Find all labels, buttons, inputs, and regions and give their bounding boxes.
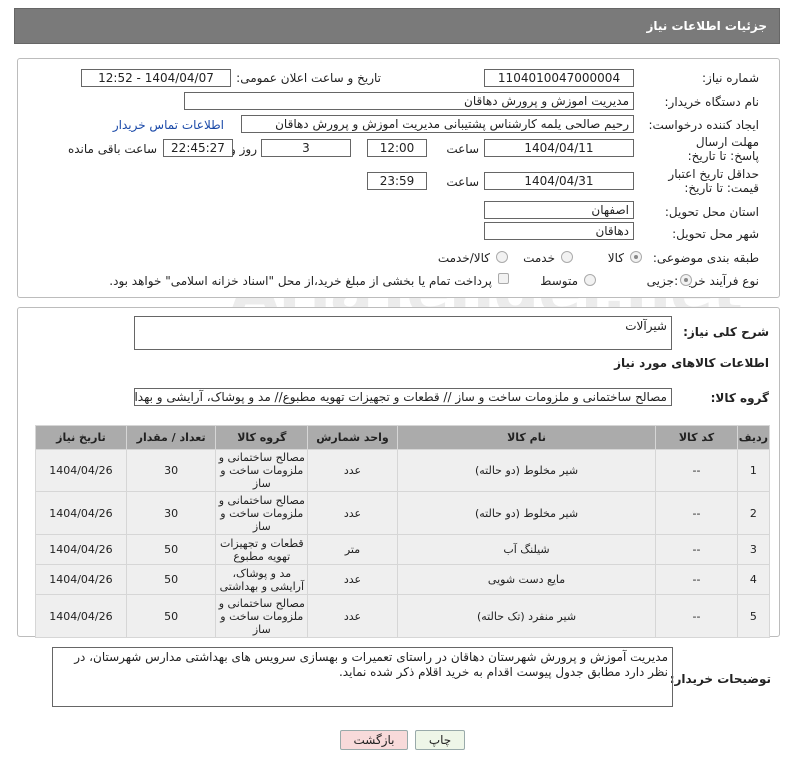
announce-label: تاریخ و ساعت اعلان عمومی:: [236, 71, 381, 85]
buyer-label: نام دستگاه خریدار:: [664, 95, 760, 109]
radio-goods[interactable]: [630, 251, 642, 263]
contact-link[interactable]: اطلاعات تماس خریدار: [113, 118, 224, 132]
row-unit: عدد: [307, 564, 398, 595]
row-number: 1: [736, 449, 771, 492]
radio-partial-label: جزیی: [646, 274, 674, 288]
row-number: 3: [736, 534, 771, 565]
goods-group-field: مصالح ساختمانی و ملزومات ساخت و ساز // ق…: [134, 388, 672, 406]
deadline-time-field: 12:00: [367, 139, 427, 157]
row-number: 5: [736, 594, 771, 638]
min-price-date-field: 1404/04/31: [484, 172, 634, 190]
col-qty: تعداد / مقدار: [125, 425, 217, 450]
treasury-checkbox[interactable]: [498, 273, 509, 284]
radio-goods-service-label: کالا/خدمت: [437, 251, 490, 265]
radio-medium-label: متوسط: [540, 274, 578, 288]
row-code: --: [655, 564, 738, 595]
row-name: شیر مخلوط (دو حالته): [396, 449, 657, 492]
deadline-time-label: ساعت: [446, 142, 479, 156]
col-row: ردیف: [736, 425, 771, 450]
table-row: 1 -- شیر مخلوط (دو حالته) عدد مصالح ساخت…: [35, 449, 771, 492]
row-code: --: [655, 534, 738, 565]
page-header: جزئیات اطلاعات نیاز: [14, 8, 780, 44]
row-group: مصالح ساختمانی و ملزومات ساخت و ساز: [215, 449, 309, 492]
row-name: مایع دست شویی: [396, 564, 657, 595]
radio-service[interactable]: [561, 251, 573, 263]
row-qty: 30: [125, 491, 217, 535]
deadline-label: مهلت ارسال پاسخ: تا تاریخ:: [687, 135, 759, 163]
desc-field: شیرآلات: [134, 316, 672, 350]
category-label: طبقه بندی موضوعی:: [652, 251, 759, 265]
need-details-panel: شماره نیاز: 1104010047000004 تاریخ و ساع…: [17, 58, 780, 298]
min-price-time-label: ساعت: [446, 175, 479, 189]
back-button[interactable]: بازگشت: [340, 730, 408, 750]
row-name: شیر منفرد (تک حالته): [396, 594, 657, 638]
row-date: 1404/04/26: [35, 491, 127, 535]
remaining-time-field: 22:45:27: [163, 139, 233, 157]
row-qty: 50: [125, 594, 217, 638]
radio-goods-service[interactable]: [496, 251, 508, 263]
creator-field: رحیم صالحی یلمه کارشناس پشتیبانی مدیریت …: [241, 115, 634, 133]
days-label: روز و: [230, 142, 257, 156]
page-title: جزئیات اطلاعات نیاز: [646, 19, 767, 33]
goods-table: ردیف کد کالا نام کالا واحد شمارش گروه کا…: [35, 425, 771, 638]
remaining-label: ساعت باقی مانده: [67, 142, 157, 156]
deadline-date-field: 1404/04/11: [484, 139, 634, 157]
min-price-label: حداقل تاریخ اعتبار قیمت: تا تاریخ:: [668, 167, 759, 195]
col-name: نام کالا: [396, 425, 657, 450]
print-button[interactable]: چاپ: [415, 730, 465, 750]
row-name: شیلنگ آب: [396, 534, 657, 565]
table-row: 2 -- شیر مخلوط (دو حالته) عدد مصالح ساخت…: [35, 491, 771, 535]
radio-service-label: خدمت: [523, 251, 555, 265]
days-field: 3: [261, 139, 351, 157]
row-unit: متر: [307, 534, 398, 565]
payment-note: پرداخت تمام یا بخشی از مبلغ خرید،از محل …: [109, 274, 492, 288]
table-row: 5 -- شیر منفرد (تک حالته) عدد مصالح ساخت…: [35, 594, 771, 638]
row-group: مصالح ساختمانی و ملزومات ساخت و ساز: [215, 594, 309, 638]
goods-info-title: اطلاعات کالاهای مورد نیاز: [614, 356, 769, 370]
col-group: گروه کالا: [215, 425, 309, 450]
row-code: --: [655, 594, 738, 638]
col-unit: واحد شمارش: [307, 425, 398, 450]
table-row: 4 -- مایع دست شویی عدد مد و پوشاک، آرایش…: [35, 564, 771, 595]
radio-medium[interactable]: [584, 274, 596, 286]
notes-label: توضیحات خریدار:: [669, 672, 771, 686]
row-date: 1404/04/26: [35, 449, 127, 492]
goods-group-label: گروه کالا:: [710, 391, 769, 405]
buyer-field: مدیریت اموزش و پرورش دهاقان: [184, 92, 634, 110]
row-unit: عدد: [307, 491, 398, 535]
row-code: --: [655, 491, 738, 535]
col-date: تاریخ نیاز: [35, 425, 127, 450]
need-number-label: شماره نیاز:: [702, 71, 759, 85]
city-field: دهاقان: [484, 222, 634, 240]
col-code: کد کالا: [655, 425, 738, 450]
row-number: 4: [736, 564, 771, 595]
row-code: --: [655, 449, 738, 492]
row-group: مصالح ساختمانی و ملزومات ساخت و ساز: [215, 491, 309, 535]
row-group: قطعات و تجهیزات تهویه مطبوع: [215, 534, 309, 565]
row-date: 1404/04/26: [35, 534, 127, 565]
row-qty: 30: [125, 449, 217, 492]
row-date: 1404/04/26: [35, 594, 127, 638]
row-unit: عدد: [307, 449, 398, 492]
min-price-time-field: 23:59: [367, 172, 427, 190]
city-label: شهر محل تحویل:: [672, 227, 759, 241]
row-number: 2: [736, 491, 771, 535]
row-qty: 50: [125, 534, 217, 565]
creator-label: ایجاد کننده درخواست:: [648, 118, 759, 132]
desc-label: شرح کلی نیاز:: [683, 325, 769, 339]
row-date: 1404/04/26: [35, 564, 127, 595]
radio-goods-label: کالا: [607, 251, 624, 265]
row-group: مد و پوشاک، آرایشی و بهداشتی: [215, 564, 309, 595]
row-qty: 50: [125, 564, 217, 595]
table-row: 3 -- شیلنگ آب متر قطعات و تجهیزات تهویه …: [35, 534, 771, 565]
announce-field: 1404/04/07 - 12:52: [81, 69, 231, 87]
notes-field: مدیریت آموزش و پرورش شهرستان دهاقان در ر…: [52, 647, 673, 707]
province-field: اصفهان: [484, 201, 634, 219]
need-number-field: 1104010047000004: [484, 69, 634, 87]
province-label: استان محل تحویل:: [664, 205, 759, 219]
radio-partial[interactable]: [680, 274, 692, 286]
row-unit: عدد: [307, 594, 398, 638]
row-name: شیر مخلوط (دو حالته): [396, 491, 657, 535]
